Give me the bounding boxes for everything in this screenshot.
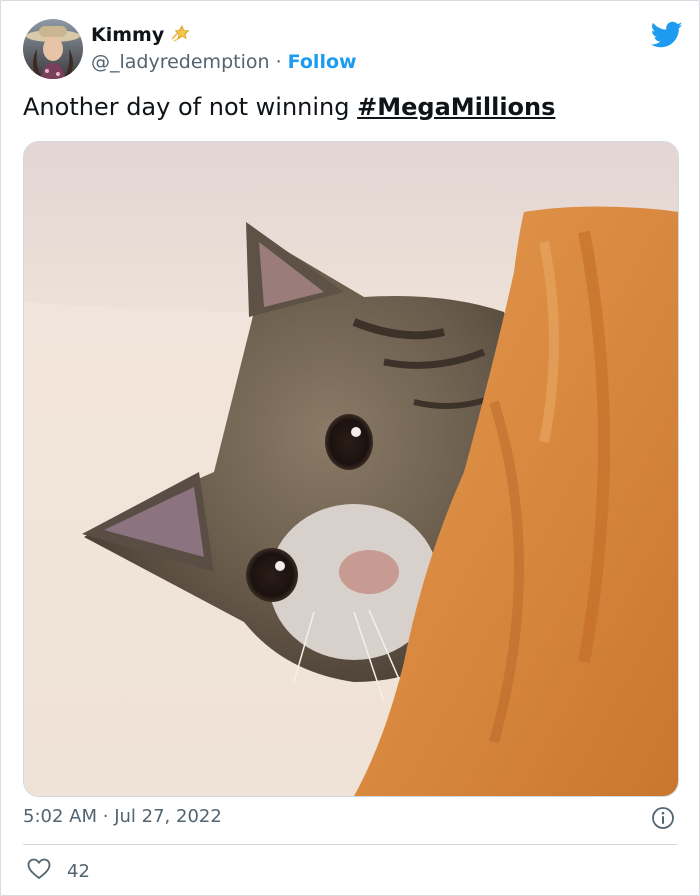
heart-outline-icon[interactable] (27, 858, 51, 885)
timestamp-separator: · (102, 806, 109, 827)
crying-cat-photo (24, 142, 678, 796)
handle-separator: · (275, 51, 282, 73)
tweet-photo[interactable] (23, 141, 679, 797)
divider (23, 844, 677, 845)
tweet-timestamp[interactable]: 5:02 AM · Jul 27, 2022 (23, 806, 222, 827)
author-name-row: Kimmy (91, 23, 194, 47)
author-handle-row: @_ladyredemption · Follow (91, 51, 357, 73)
info-circle-icon[interactable] (651, 806, 675, 830)
like-count: 42 (67, 861, 90, 882)
follow-button[interactable]: Follow (288, 51, 357, 73)
like-action[interactable]: 42 (27, 858, 90, 885)
tweet-text: Another day of not winning #MegaMillions (23, 93, 555, 121)
tweet-time: 5:02 AM (23, 806, 97, 827)
tweet-card: Kimmy @_ladyredemption · Follow Another … (0, 0, 700, 896)
tweet-date: Jul 27, 2022 (114, 806, 222, 827)
author-handle[interactable]: @_ladyredemption (91, 51, 270, 73)
star-emoji-icon (170, 23, 194, 47)
tweet-header: Kimmy @_ladyredemption · Follow (23, 17, 683, 81)
avatar[interactable] (23, 19, 83, 79)
hashtag-link[interactable]: #MegaMillions (357, 93, 555, 121)
author-name[interactable]: Kimmy (91, 24, 164, 46)
tweet-text-body: Another day of not winning (23, 93, 358, 121)
twitter-bird-icon[interactable] (650, 21, 683, 49)
